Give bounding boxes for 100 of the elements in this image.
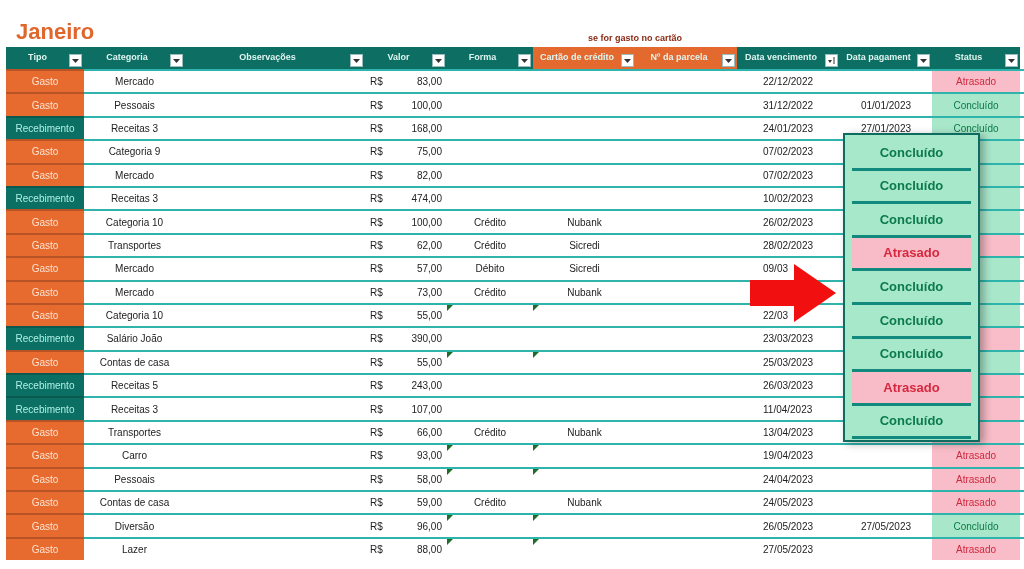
error-indicator-icon [533, 351, 539, 358]
table-cell-text: 07/02/2023 [763, 145, 814, 160]
filter-button[interactable] [350, 54, 363, 67]
filter-button[interactable] [170, 54, 183, 67]
type-cell: Gasto [6, 419, 84, 444]
amount-cell-text: 96,00 [416, 519, 442, 534]
table-cell-text: 23/03/2023 [763, 332, 814, 347]
error-indicator-icon [533, 468, 539, 475]
table-cell-text: Pessoais [113, 98, 156, 113]
status-option[interactable]: Concluído [852, 137, 971, 168]
type-cell: Gasto [6, 466, 84, 491]
sheet-title: Janeiro [16, 21, 95, 43]
amount-cell-text: 55,00 [416, 355, 442, 370]
table-cell-text: Sicredi [569, 238, 600, 253]
filter-button[interactable] [69, 54, 82, 67]
filter-button[interactable] [1005, 54, 1018, 67]
table-cell-text: 25/03/2023 [763, 355, 814, 370]
amount-cell-text: 82,00 [416, 168, 442, 183]
filter-button[interactable] [722, 54, 735, 67]
table-cell-text: Mercado [114, 168, 155, 183]
table-cell-text: Crédito [473, 238, 507, 253]
currency-symbol: R$ [370, 543, 383, 557]
amount-cell-text: 83,00 [416, 75, 442, 90]
table-cell-text: 09/03 [763, 262, 789, 277]
table-cell-text: Carro [121, 449, 148, 464]
amount-cell-text: 59,00 [416, 496, 442, 511]
amount-cell-text: 107,00 [411, 402, 442, 417]
column-label: Observações [238, 51, 297, 65]
status-option[interactable]: Concluído [852, 204, 971, 235]
currency-symbol: R$ [370, 309, 383, 324]
table-cell-text: Crédito [473, 496, 507, 511]
status-option[interactable]: Concluído [852, 170, 971, 202]
type-cell: Gasto [6, 256, 84, 280]
amount-cell-text: 57,00 [416, 262, 442, 277]
type-cell: Gasto [6, 513, 84, 537]
table-cell-text: 24/05/2023 [763, 496, 814, 511]
table-cell-text: Débito [475, 262, 505, 277]
table-cell-text: Mercado [114, 75, 155, 90]
sort-filter-icon [827, 56, 836, 65]
filter-button[interactable] [518, 54, 531, 67]
error-indicator-icon [447, 538, 453, 545]
type-cell: Gasto [6, 139, 84, 163]
dropdown-icon [173, 58, 180, 63]
status-cell: Atrasado [932, 445, 1020, 467]
amount-cell-text: 55,00 [416, 309, 442, 324]
error-indicator-icon [447, 515, 453, 522]
status-cell: Atrasado [932, 492, 1020, 514]
table-cell-text: 11/04/2023 [763, 402, 813, 417]
type-cell: Recebimento [6, 373, 84, 397]
type-cell: Gasto [6, 490, 84, 514]
table-cell-text: 19/04/2023 [763, 449, 814, 464]
currency-symbol: R$ [370, 168, 383, 183]
status-option[interactable]: Concluído [852, 271, 971, 302]
type-cell: Gasto [6, 92, 84, 116]
table-cell-text: 26/03/2023 [763, 379, 814, 394]
table-cell-text: Nubank [567, 426, 602, 441]
status-option[interactable]: Atrasado [852, 372, 971, 403]
dropdown-icon [920, 58, 927, 63]
section-note: se for gasto no cartão [588, 31, 682, 45]
column-label: Data vencimento [744, 51, 818, 65]
currency-symbol: R$ [370, 215, 383, 230]
table-cell-text: 28/02/2023 [763, 238, 814, 253]
table-cell-text: Diversão [113, 519, 156, 534]
table-cell-text: 27/05/2023 [860, 519, 912, 534]
amount-cell-text: 390,00 [411, 332, 442, 347]
amount-cell-text: 100,00 [411, 215, 442, 230]
amount-cell-text: 58,00 [416, 472, 442, 487]
type-cell: Recebimento [6, 185, 84, 210]
amount-cell-text: 100,00 [411, 98, 442, 113]
currency-symbol: R$ [370, 332, 383, 347]
currency-symbol: R$ [370, 496, 383, 511]
status-option[interactable]: Concluído [852, 304, 971, 336]
column-label: Categoria [105, 51, 149, 65]
column-label: Tipo [27, 51, 48, 65]
table-cell-text: 31/12/2022 [763, 98, 814, 113]
table-cell-text: Receitas 5 [109, 379, 160, 394]
currency-symbol: R$ [370, 355, 383, 370]
currency-symbol: R$ [370, 426, 383, 441]
type-cell: Gasto [6, 536, 84, 561]
table-cell-text: 10/02/2023 [763, 192, 814, 207]
filter-button[interactable] [825, 54, 838, 67]
currency-symbol: R$ [370, 75, 383, 90]
amount-cell-text: 88,00 [416, 543, 442, 557]
type-cell: Gasto [6, 232, 84, 257]
status-option[interactable]: Concluído [852, 338, 971, 370]
table-cell-text: Transportes [107, 426, 162, 441]
filter-button[interactable] [432, 54, 445, 67]
dropdown-icon [72, 58, 79, 63]
status-option[interactable]: Atrasado [852, 237, 971, 269]
table-cell-text: 01/01/2023 [860, 98, 912, 113]
currency-symbol: R$ [370, 379, 383, 394]
currency-symbol: R$ [370, 519, 383, 534]
column-label: Status [953, 51, 984, 65]
table-cell-text: 22/12/2022 [763, 75, 814, 90]
amount-cell-text: 168,00 [411, 121, 442, 136]
type-cell: Recebimento [6, 326, 84, 350]
filter-button[interactable] [621, 54, 634, 67]
currency-symbol: R$ [370, 402, 383, 417]
status-option[interactable]: Concluído [852, 405, 971, 437]
filter-button[interactable] [917, 54, 930, 67]
